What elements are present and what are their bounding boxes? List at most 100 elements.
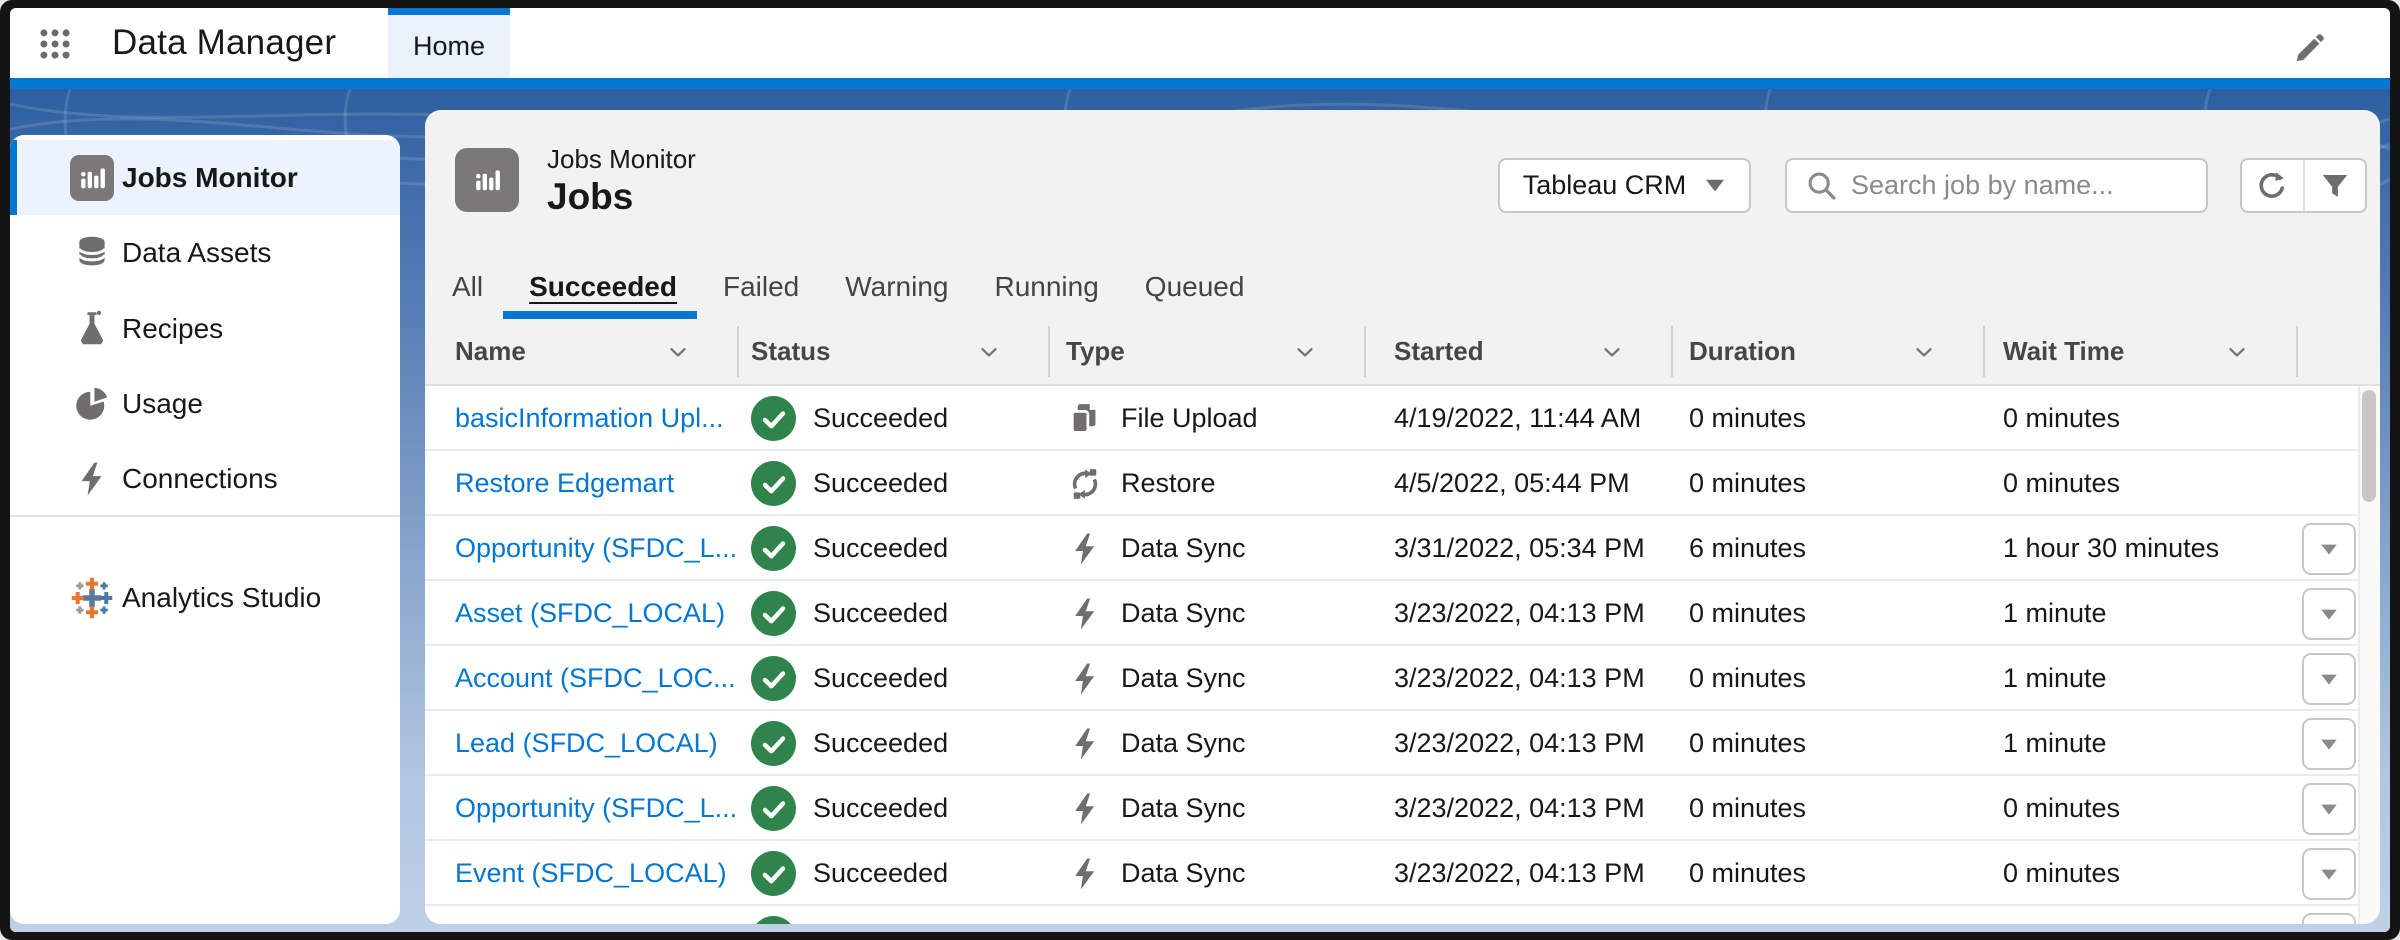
tab-queued[interactable]: Queued: [1145, 255, 1245, 319]
row-actions-dropdown-button[interactable]: [2302, 523, 2356, 575]
duration-cell: 0 minutes: [1671, 646, 1983, 711]
check-circle-icon: [751, 786, 796, 831]
status-cell: Succeeded: [737, 581, 1048, 646]
job-name-link[interactable]: Restore Edgemart: [455, 468, 674, 499]
tab-all[interactable]: All: [452, 255, 483, 319]
sidebar-item-connections[interactable]: Connections: [10, 441, 400, 516]
duration-cell: 6 minutes: [1671, 516, 1983, 581]
job-name-link[interactable]: Opportunity (SFDC_L...: [455, 533, 737, 564]
vertical-scrollbar-track[interactable]: [2358, 386, 2380, 924]
sidebar-item-label: Usage: [122, 388, 203, 420]
sidebar-item-jobs-monitor[interactable]: Jobs Monitor: [10, 140, 400, 215]
app-launcher-waffle-icon[interactable]: [36, 25, 74, 63]
job-name-link[interactable]: Lead (SFDC_LOCAL): [455, 728, 718, 759]
nav-tab-home-label: Home: [413, 31, 485, 62]
type-label: Data Sync: [1121, 598, 1246, 629]
job-name-link[interactable]: Account (SFDC_LOC...: [455, 663, 736, 694]
chevron-down-icon[interactable]: [1911, 339, 1937, 372]
tab-failed[interactable]: Failed: [723, 255, 799, 319]
lightning-icon: [1066, 530, 1104, 568]
column-header-type[interactable]: Type: [1048, 319, 1364, 384]
vertical-scrollbar-thumb[interactable]: [2362, 390, 2376, 502]
started-cell: 3/23/2022, 04:13 PM: [1364, 841, 1671, 906]
status-cell: Succeeded: [737, 516, 1048, 581]
job-name-cell: Opportunity (SFDC_L...: [425, 516, 737, 581]
table-row: Event (SFDC_LOCAL)SucceededData Sync3/23…: [425, 841, 2358, 906]
refresh-button[interactable]: [2242, 160, 2303, 211]
search-input[interactable]: [1851, 170, 2206, 201]
duration-cell: 0 minutes: [1671, 841, 1983, 906]
type-cell: Restore: [1048, 451, 1364, 516]
pencil-icon[interactable]: [2292, 30, 2328, 66]
status-label: Succeeded: [813, 468, 948, 499]
type-cell: Data Sync: [1048, 646, 1364, 711]
wait-time-cell: 1 minute: [1983, 711, 2296, 776]
job-name-link[interactable]: Asset (SFDC_LOCAL): [455, 598, 725, 629]
column-header-duration[interactable]: Duration: [1671, 319, 1983, 384]
job-name-cell: basicInformation Upl...: [425, 386, 737, 451]
check-circle-icon: [751, 526, 796, 571]
started-cell: 4/5/2022, 05:44 PM: [1364, 451, 1671, 516]
env-selector-dropdown[interactable]: Tableau CRM: [1498, 158, 1751, 213]
status-cell: Succeeded: [737, 386, 1048, 451]
type-label: File Upload: [1121, 403, 1258, 434]
check-circle-icon: [751, 656, 796, 701]
lightning-icon: [1066, 595, 1104, 633]
table-row: Asset (SFDC_LOCAL)SucceededData Sync3/23…: [425, 581, 2358, 646]
lightning-icon: [1066, 660, 1104, 698]
started-cell: 3/23/2022, 04:13 PM: [1364, 711, 1671, 776]
type-label: Data Sync: [1121, 793, 1246, 824]
column-header-name[interactable]: Name: [425, 319, 737, 384]
app-header: Data Manager Home: [10, 8, 2390, 78]
sidebar-item-recipes[interactable]: Recipes: [10, 291, 400, 366]
chevron-down-icon[interactable]: [976, 339, 1002, 372]
nav-tab-home[interactable]: Home: [388, 8, 510, 78]
type-label: Data Sync: [1121, 663, 1246, 694]
chevron-down-icon[interactable]: [665, 339, 691, 372]
page-title: Jobs: [547, 176, 633, 218]
lightning-icon: [1066, 855, 1104, 893]
column-header-label: Wait Time: [2003, 336, 2124, 367]
tab-running[interactable]: Running: [994, 255, 1098, 319]
job-name-link[interactable]: Opportunity (SFDC_L...: [455, 793, 737, 824]
job-name-cell: Account (SFDC_LOC...: [425, 646, 737, 711]
status-cell: Succeeded: [737, 711, 1048, 776]
filter-icon: [2318, 169, 2352, 203]
row-actions-dropdown-button[interactable]: [2302, 588, 2356, 640]
filter-button[interactable]: [2303, 160, 2366, 211]
tab-succeeded[interactable]: Succeeded: [529, 255, 677, 319]
column-header-status[interactable]: Status: [737, 319, 1048, 384]
chevron-down-icon[interactable]: [2224, 339, 2250, 372]
row-actions-dropdown-button[interactable]: [2302, 783, 2356, 835]
row-actions-dropdown-button[interactable]: [2302, 653, 2356, 705]
chevron-down-icon[interactable]: [1292, 339, 1318, 372]
job-name-link[interactable]: Event (SFDC_LOCAL): [455, 858, 727, 889]
row-actions-dropdown-button[interactable]: [2302, 718, 2356, 770]
sidebar-item-label: Data Assets: [122, 237, 271, 269]
status-cell: [737, 906, 1048, 924]
status-label: Succeeded: [813, 403, 948, 434]
status-label: Succeeded: [813, 663, 948, 694]
table-row-partial: [425, 906, 2358, 924]
row-actions-dropdown-button[interactable]: [2302, 848, 2356, 900]
sidebar-item-data-assets[interactable]: Data Assets: [10, 215, 400, 290]
toolbar-button-group: [2240, 158, 2367, 213]
wait-time-cell: 0 minutes: [1983, 776, 2296, 841]
tab-warning[interactable]: Warning: [845, 255, 948, 319]
chevron-down-icon[interactable]: [1599, 339, 1625, 372]
sidebar-item-label: Jobs Monitor: [122, 162, 298, 194]
column-separator: [1983, 326, 1985, 377]
type-cell: Data Sync: [1048, 841, 1364, 906]
type-cell: Data Sync: [1048, 581, 1364, 646]
column-header-label: Type: [1066, 336, 1125, 367]
table-header-row: NameStatus Type StartedDuration Wait Time: [425, 319, 2380, 386]
database-icon: [70, 231, 114, 275]
sidebar-item-usage[interactable]: Usage: [10, 366, 400, 441]
column-header-wait-time[interactable]: Wait Time: [1983, 319, 2296, 384]
sidebar-item-analytics-studio[interactable]: Analytics Studio: [10, 560, 400, 635]
row-actions-dropdown-button[interactable]: [2302, 913, 2356, 924]
column-separator: [1671, 326, 1673, 377]
job-name-link[interactable]: basicInformation Upl...: [455, 403, 724, 434]
column-header-started[interactable]: Started: [1364, 319, 1671, 384]
table-row: Lead (SFDC_LOCAL)SucceededData Sync3/23/…: [425, 711, 2358, 776]
